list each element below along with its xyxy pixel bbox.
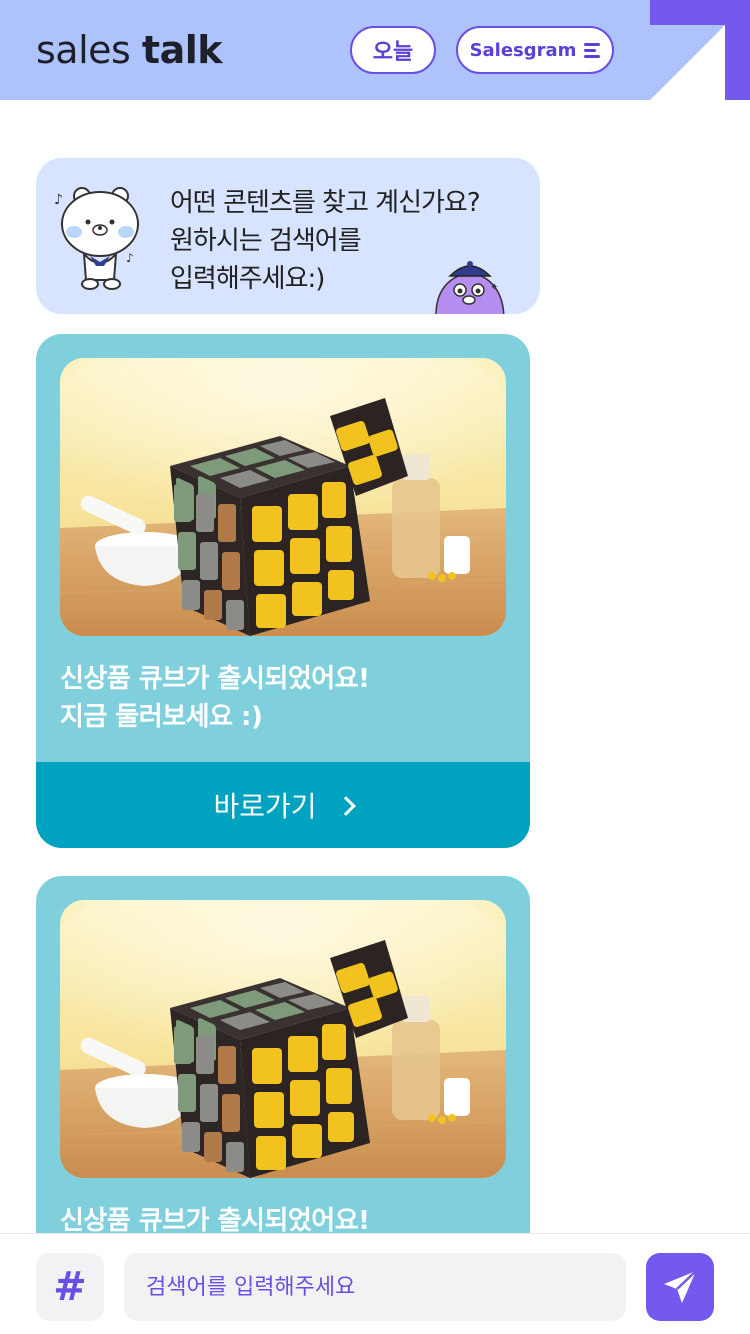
bot-message-line: 어떤 콘텐츠를 찾고 계신가요? <box>170 188 481 218</box>
svg-text:♪: ♪ <box>126 251 134 265</box>
promo-card: 신상품 큐브가 출시되었어요! 지금 둘러보세요 :) 바로가기 <box>36 334 530 848</box>
hashtag-button[interactable]: # <box>36 1253 104 1321</box>
salesgram-button[interactable]: Salesgram <box>456 26 614 74</box>
card-title: 신상품 큐브가 출시되었어요! 지금 둘러보세요 :) <box>60 660 500 736</box>
app-logo[interactable]: sales talk <box>36 28 223 72</box>
search-input[interactable] <box>124 1253 626 1321</box>
svg-text:✦: ✦ <box>490 282 498 293</box>
header-corner-decoration <box>650 0 750 100</box>
today-button[interactable]: 오늘 <box>350 26 436 74</box>
product-image[interactable] <box>60 358 506 636</box>
go-to-button[interactable]: 바로가기 <box>36 762 530 848</box>
menu-lines-icon <box>584 42 601 58</box>
bot-message-bubble: ♪ ♪ 어떤 콘텐츠를 찾고 계신가요? 원하시는 검색어를 입력해주세요:) … <box>36 158 540 314</box>
promo-card: 신상품 큐브가 출시되었어요! <box>36 876 530 1256</box>
paper-plane-icon <box>664 1270 697 1303</box>
purple-mascot-icon: ✦ <box>435 261 505 314</box>
today-button-label: 오늘 <box>372 40 414 65</box>
chevron-right-icon <box>335 796 356 816</box>
salesgram-button-label: Salesgram <box>469 39 577 61</box>
rubiks-cube-product-image <box>60 358 506 636</box>
bot-message-line: 원하시는 검색어를 <box>170 226 362 256</box>
logo-text-bold: talk <box>141 28 223 72</box>
go-to-button-label: 바로가기 <box>213 790 317 823</box>
hashtag-icon: # <box>53 1264 87 1310</box>
card-title-line: 지금 둘러보세요 :) <box>60 702 263 732</box>
send-button[interactable] <box>646 1253 714 1321</box>
search-bar: # <box>0 1233 750 1334</box>
app-header: sales talk 오늘 Salesgram <box>0 0 750 100</box>
rubiks-cube-product-image <box>60 900 506 1178</box>
logo-text-light: sales <box>36 28 142 72</box>
bear-mascot-icon: ♪ ♪ <box>54 187 139 290</box>
product-image[interactable] <box>60 900 506 1178</box>
card-title-line: 신상품 큐브가 출시되었어요! <box>60 664 370 694</box>
svg-text:♪: ♪ <box>54 192 63 208</box>
